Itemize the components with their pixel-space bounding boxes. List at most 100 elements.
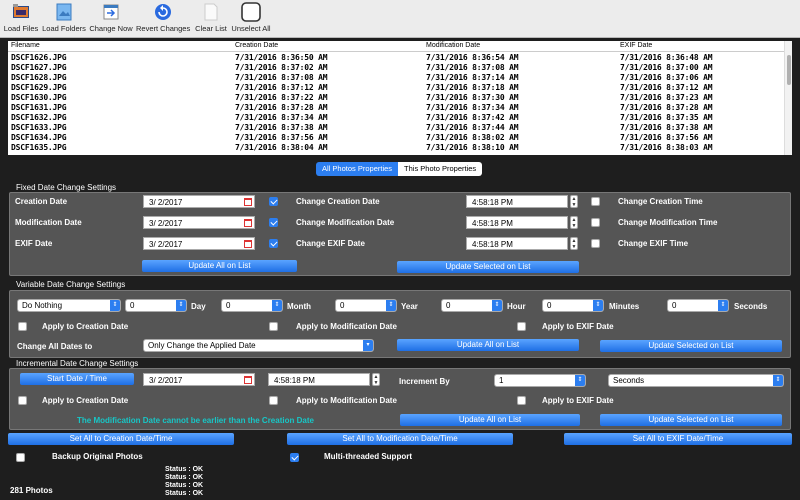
modification-time-stepper[interactable]: ▲ ▼	[570, 216, 578, 229]
hour-stepper[interactable]: 0 ⇕	[441, 299, 503, 312]
unselect-all-label: Unselect All	[231, 24, 271, 33]
inc-apply-creation-checkbox[interactable]	[18, 396, 27, 405]
change-modification-time-label: Change Modification Time	[618, 218, 718, 227]
year-stepper[interactable]: 0 ⇕	[335, 299, 397, 312]
table-row[interactable]: DSCF1630.JPG 7/31/2016 8:37:22 AM 7/31/201…	[8, 93, 784, 103]
calendar-icon[interactable]	[244, 219, 252, 227]
tab-this-photo-properties[interactable]: This Photo Properties	[398, 162, 483, 176]
column-exif-date[interactable]: EXIF Date	[620, 42, 652, 49]
calendar-icon[interactable]	[244, 240, 252, 248]
multithread-checkbox[interactable]	[290, 453, 299, 462]
creation-time-field[interactable]: 4:58:18 PM	[466, 195, 568, 208]
apply-modification-label: Apply to Modification Date	[296, 322, 397, 331]
table-row[interactable]: DSCF1627.JPG 7/31/2016 8:37:02 AM 7/31/201…	[8, 63, 784, 73]
chevron-updown-icon: ⇕	[492, 300, 502, 311]
table-cell: 7/31/2016 8:37:35 AM	[620, 113, 713, 122]
incremental-update-selected-button[interactable]: Update Selected on List	[600, 414, 782, 426]
table-cell: 7/31/2016 8:38:04 AM	[235, 143, 328, 152]
load-files-button[interactable]: Load Files	[3, 2, 39, 33]
change-creation-date-checkbox[interactable]	[269, 197, 278, 206]
chevron-updown-icon: ⇕	[110, 300, 120, 311]
column-creation-date[interactable]: Creation Date	[235, 42, 278, 49]
day-stepper[interactable]: 0 ⇕	[125, 299, 187, 312]
table-cell: 7/31/2016 8:37:42 AM	[426, 113, 519, 122]
table-row[interactable]: DSCF1629.JPG 7/31/2016 8:37:12 AM 7/31/201…	[8, 83, 784, 93]
increment-unit-select[interactable]: Seconds ⇕	[608, 374, 784, 387]
variable-mode-select[interactable]: Do Nothing ⇕	[17, 299, 121, 312]
calendar-icon[interactable]	[244, 198, 252, 206]
change-all-dates-value: Only Change the Applied Date	[148, 341, 256, 350]
fixed-update-all-button[interactable]: Update All on List	[142, 260, 297, 272]
table-row[interactable]: DSCF1632.JPG 7/31/2016 8:37:34 AM 7/31/201…	[8, 113, 784, 123]
table-cell: DSCF1632.JPG	[11, 113, 67, 122]
incremental-time-field[interactable]: 4:58:18 PM	[268, 373, 370, 386]
clear-list-button[interactable]: Clear List	[194, 2, 228, 33]
table-row[interactable]: DSCF1628.JPG 7/31/2016 8:37:08 AM 7/31/201…	[8, 73, 784, 83]
seconds-stepper[interactable]: 0 ⇕	[667, 299, 729, 312]
table-row[interactable]: DSCF1631.JPG 7/31/2016 8:37:28 AM 7/31/201…	[8, 103, 784, 113]
column-filename[interactable]: Filename	[11, 42, 40, 49]
load-folders-button[interactable]: Load Folders	[42, 2, 86, 33]
table-scrollbar[interactable]	[784, 41, 792, 155]
inc-apply-modification-checkbox[interactable]	[269, 396, 278, 405]
revert-changes-icon	[155, 4, 171, 20]
photo-count: 281 Photos	[10, 486, 53, 495]
column-modification-date[interactable]: Modification Date	[426, 42, 480, 49]
fixed-update-selected-button[interactable]: Update Selected on List	[397, 261, 579, 273]
app-window: Load Files Load Folders Change Now Rever…	[0, 0, 800, 500]
month-stepper[interactable]: 0 ⇕	[221, 299, 283, 312]
change-creation-date-label: Change Creation Date	[296, 197, 380, 206]
table-cell: DSCF1631.JPG	[11, 103, 67, 112]
inc-apply-exif-checkbox[interactable]	[517, 396, 526, 405]
tab-all-photos-properties[interactable]: All Photos Properties	[316, 162, 399, 176]
apply-exif-checkbox[interactable]	[517, 322, 526, 331]
table-row[interactable]: DSCF1634.JPG 7/31/2016 8:37:56 AM 7/31/201…	[8, 133, 784, 143]
minutes-stepper[interactable]: 0 ⇕	[542, 299, 604, 312]
incremental-time-stepper[interactable]: ▲ ▼	[372, 373, 380, 386]
apply-creation-checkbox[interactable]	[18, 322, 27, 331]
start-date-time-button[interactable]: Start Date / Time	[20, 373, 134, 385]
change-modification-time-checkbox[interactable]	[591, 218, 600, 227]
change-exif-time-checkbox[interactable]	[591, 239, 600, 248]
unselect-all-button[interactable]: Unselect All	[231, 2, 271, 33]
change-exif-date-checkbox[interactable]	[269, 239, 278, 248]
change-all-dates-select[interactable]: Only Change the Applied Date ▾	[143, 339, 374, 352]
increment-unit-value: Seconds	[613, 376, 645, 385]
day-label: Day	[191, 302, 206, 311]
revert-changes-button[interactable]: Revert Changes	[136, 2, 190, 33]
change-creation-time-checkbox[interactable]	[591, 197, 600, 206]
incremental-update-all-button[interactable]: Update All on List	[400, 414, 580, 426]
table-cell: 7/31/2016 8:37:34 AM	[235, 113, 328, 122]
change-exif-date-label: Change EXIF Date	[296, 239, 365, 248]
exif-date-field[interactable]: 3/ 2/2017	[143, 237, 255, 250]
variable-update-all-button[interactable]: Update All on List	[397, 339, 579, 351]
file-table[interactable]: Filename Creation Date Modification Date…	[8, 41, 792, 155]
table-cell: DSCF1635.JPG	[11, 143, 67, 152]
chevron-updown-icon: ⇕	[176, 300, 186, 311]
creation-date-field[interactable]: 3/ 2/2017	[143, 195, 255, 208]
change-creation-time-label: Change Creation Time	[618, 197, 703, 206]
change-now-button[interactable]: Change Now	[89, 2, 133, 33]
set-all-modification-button[interactable]: Set All to Modification Date/Time	[287, 433, 513, 445]
apply-modification-checkbox[interactable]	[269, 322, 278, 331]
set-all-exif-button[interactable]: Set All to EXIF Date/Time	[564, 433, 792, 445]
modification-date-field[interactable]: 3/ 2/2017	[143, 216, 255, 229]
set-all-creation-button[interactable]: Set All to Creation Date/Time	[8, 433, 234, 445]
calendar-icon[interactable]	[244, 376, 252, 384]
increment-value-stepper[interactable]: 1 ⇕	[494, 374, 586, 387]
scrollbar-thumb[interactable]	[787, 55, 791, 85]
change-modification-date-checkbox[interactable]	[269, 218, 278, 227]
exif-time-field[interactable]: 4:58:18 PM	[466, 237, 568, 250]
incremental-date-field[interactable]: 3/ 2/2017	[143, 373, 255, 386]
exif-time-stepper[interactable]: ▲ ▼	[570, 237, 578, 250]
table-cell: 7/31/2016 8:37:44 AM	[426, 123, 519, 132]
creation-time-stepper[interactable]: ▲ ▼	[570, 195, 578, 208]
variable-update-selected-button[interactable]: Update Selected on List	[600, 340, 782, 352]
table-row[interactable]: DSCF1635.JPG 7/31/2016 8:38:04 AM 7/31/201…	[8, 143, 784, 153]
backup-checkbox[interactable]	[16, 453, 25, 462]
table-row[interactable]: DSCF1633.JPG 7/31/2016 8:37:38 AM 7/31/201…	[8, 123, 784, 133]
load-folders-icon	[56, 3, 72, 21]
table-row[interactable]: DSCF1626.JPG 7/31/2016 8:36:50 AM 7/31/201…	[8, 53, 784, 63]
table-cell: 7/31/2016 8:37:22 AM	[235, 93, 328, 102]
modification-time-field[interactable]: 4:58:18 PM	[466, 216, 568, 229]
